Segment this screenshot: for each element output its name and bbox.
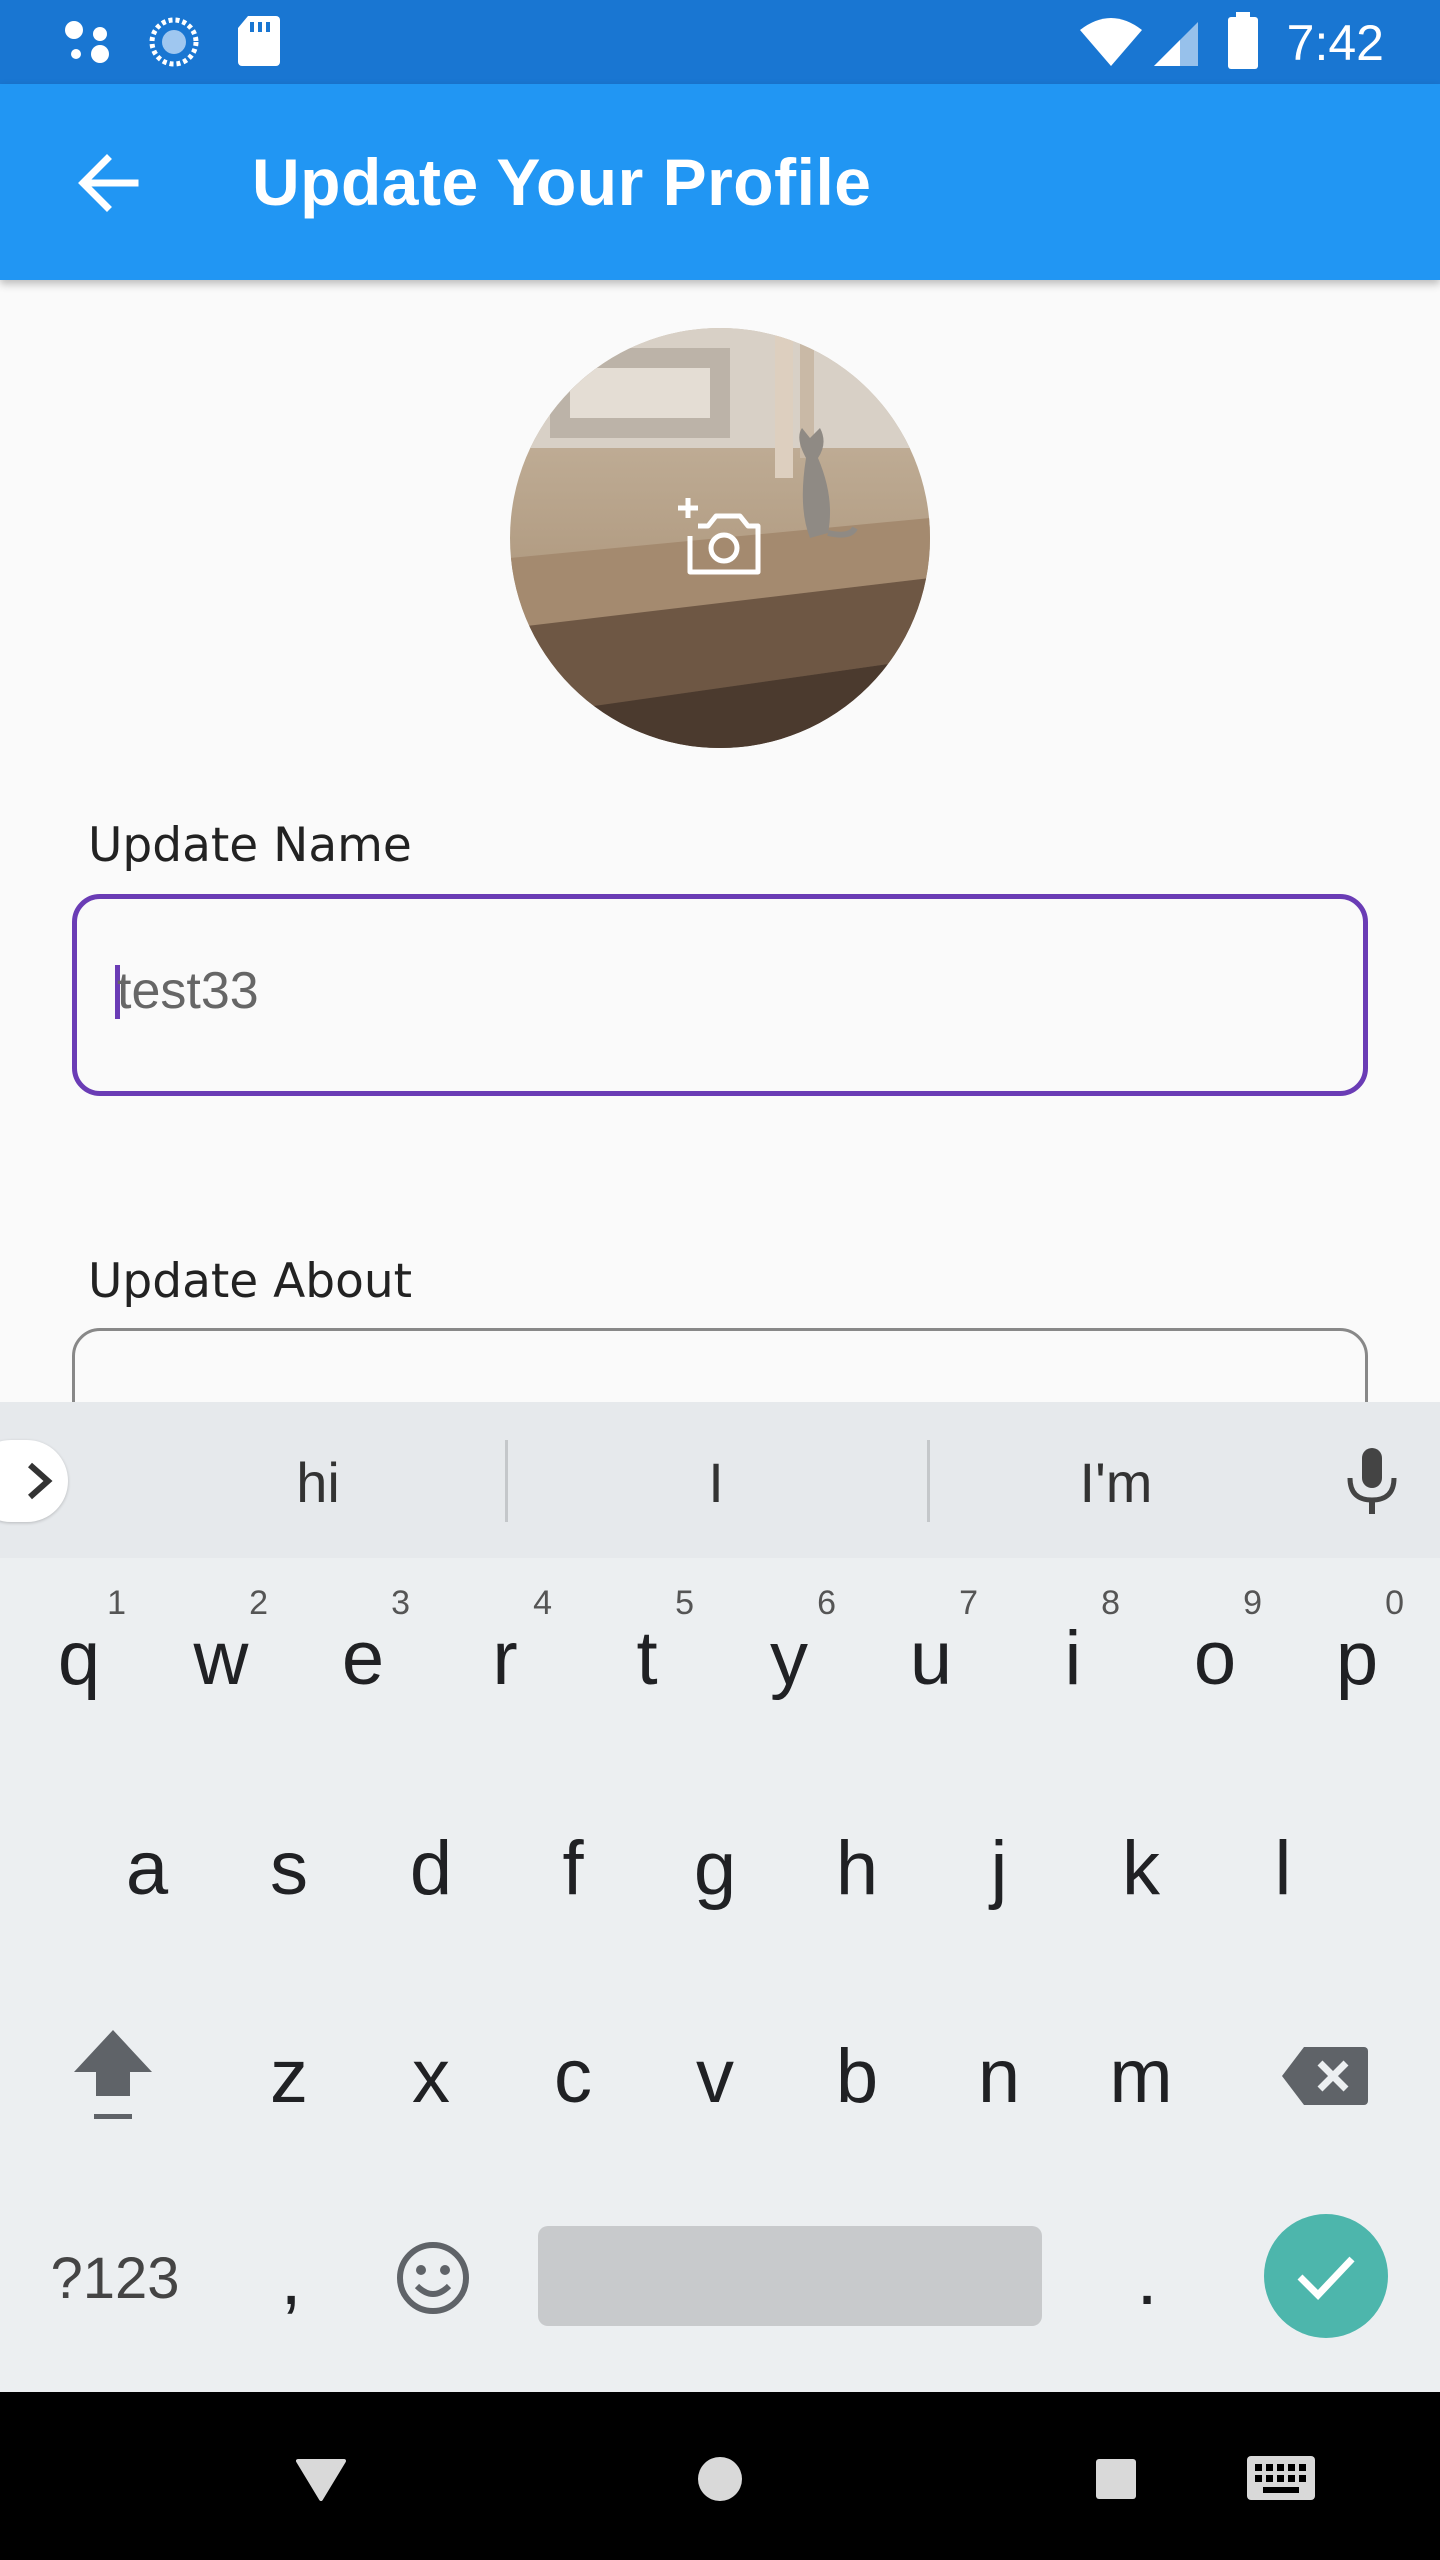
period-key[interactable]: . xyxy=(1076,2178,1218,2378)
expand-toolbar-button[interactable] xyxy=(0,1440,68,1522)
shift-arrow-icon xyxy=(74,2030,152,2119)
key-g[interactable]: g xyxy=(644,1768,786,1968)
app-bar: Update Your Profile xyxy=(0,84,1440,280)
about-label: Update About xyxy=(88,1254,413,1309)
home-circle-icon xyxy=(698,2457,742,2501)
name-field[interactable]: test33 xyxy=(72,894,1368,1096)
suggestion-divider xyxy=(927,1440,930,1522)
key-c[interactable]: c xyxy=(502,1976,644,2176)
page-title: Update Your Profile xyxy=(252,145,872,219)
name-input-value: test33 xyxy=(117,962,259,1020)
status-time: 7:42 xyxy=(1286,15,1384,71)
suggestion-2[interactable]: I xyxy=(566,1450,866,1515)
key-u[interactable]: u7 xyxy=(860,1558,1002,1758)
chevron-right-icon xyxy=(28,1462,53,1500)
name-label: Update Name xyxy=(88,818,412,873)
battery-icon xyxy=(1228,12,1258,69)
key-w[interactable]: w2 xyxy=(150,1558,292,1758)
key-j[interactable]: j xyxy=(928,1768,1070,1968)
key-k[interactable]: k xyxy=(1070,1768,1212,1968)
key-d[interactable]: d xyxy=(360,1768,502,1968)
back-triangle-icon xyxy=(296,2459,346,2501)
arrow-back-icon xyxy=(78,154,139,212)
add-camera-icon xyxy=(678,498,761,575)
keyboard-switch-icon xyxy=(1247,2456,1315,2500)
key-b[interactable]: b xyxy=(786,1976,928,2176)
recents-square-icon xyxy=(1096,2459,1136,2499)
system-navigation-bar xyxy=(0,2392,1440,2560)
sync-circle-icon xyxy=(149,17,199,67)
suggestion-divider xyxy=(505,1440,508,1522)
cell-signal-icon xyxy=(1154,22,1198,66)
key-h[interactable]: h xyxy=(786,1768,928,1968)
key-m[interactable]: m xyxy=(1070,1976,1212,2176)
assistant-dots-icon xyxy=(65,21,109,63)
symbols-key[interactable]: ?123 xyxy=(40,2178,190,2378)
key-o[interactable]: o9 xyxy=(1144,1558,1286,1758)
enter-done-button[interactable] xyxy=(1264,2214,1388,2338)
key-l[interactable]: l xyxy=(1212,1768,1354,1968)
profile-avatar[interactable] xyxy=(510,328,930,748)
emoji-key[interactable] xyxy=(362,2178,504,2378)
nav-back-button[interactable] xyxy=(276,2442,366,2516)
key-n[interactable]: n xyxy=(928,1976,1070,2176)
status-bar: 7:42 xyxy=(0,0,1440,84)
soft-keyboard: hi I I'm q1 w2 e3 r4 t5 y6 u7 i8 o9 p0 a… xyxy=(0,1402,1440,2392)
key-q[interactable]: q1 xyxy=(8,1558,150,1758)
backspace-key[interactable] xyxy=(1254,1976,1396,2176)
key-v[interactable]: v xyxy=(644,1976,786,2176)
space-bar[interactable] xyxy=(538,2226,1042,2326)
wifi-icon xyxy=(1080,18,1142,66)
key-t[interactable]: t5 xyxy=(576,1558,718,1758)
key-e[interactable]: e3 xyxy=(292,1558,434,1758)
nav-recents-button[interactable] xyxy=(1076,2442,1156,2516)
suggestion-bar: hi I I'm xyxy=(0,1402,1440,1558)
key-i[interactable]: i8 xyxy=(1002,1558,1144,1758)
backspace-icon xyxy=(1282,2047,1368,2105)
key-r[interactable]: r4 xyxy=(434,1558,576,1758)
key-x[interactable]: x xyxy=(360,1976,502,2176)
key-z[interactable]: z xyxy=(218,1976,360,2176)
key-y[interactable]: y6 xyxy=(718,1558,860,1758)
comma-key[interactable]: , xyxy=(220,2178,362,2378)
nav-keyboard-switch-button[interactable] xyxy=(1236,2442,1326,2516)
emoji-smiley-icon xyxy=(397,2242,469,2314)
suggestion-1[interactable]: hi xyxy=(168,1450,468,1515)
nav-home-button[interactable] xyxy=(680,2442,760,2516)
back-button[interactable] xyxy=(52,128,162,238)
key-p[interactable]: p0 xyxy=(1286,1558,1428,1758)
sd-card-icon xyxy=(238,16,280,66)
checkmark-icon xyxy=(1297,2256,1355,2301)
suggestion-3[interactable]: I'm xyxy=(966,1450,1266,1515)
key-f[interactable]: f xyxy=(502,1768,644,1968)
key-a[interactable]: a xyxy=(76,1768,218,1968)
shift-key[interactable] xyxy=(42,1976,184,2176)
microphone-icon[interactable] xyxy=(1340,1446,1404,1516)
key-s[interactable]: s xyxy=(218,1768,360,1968)
